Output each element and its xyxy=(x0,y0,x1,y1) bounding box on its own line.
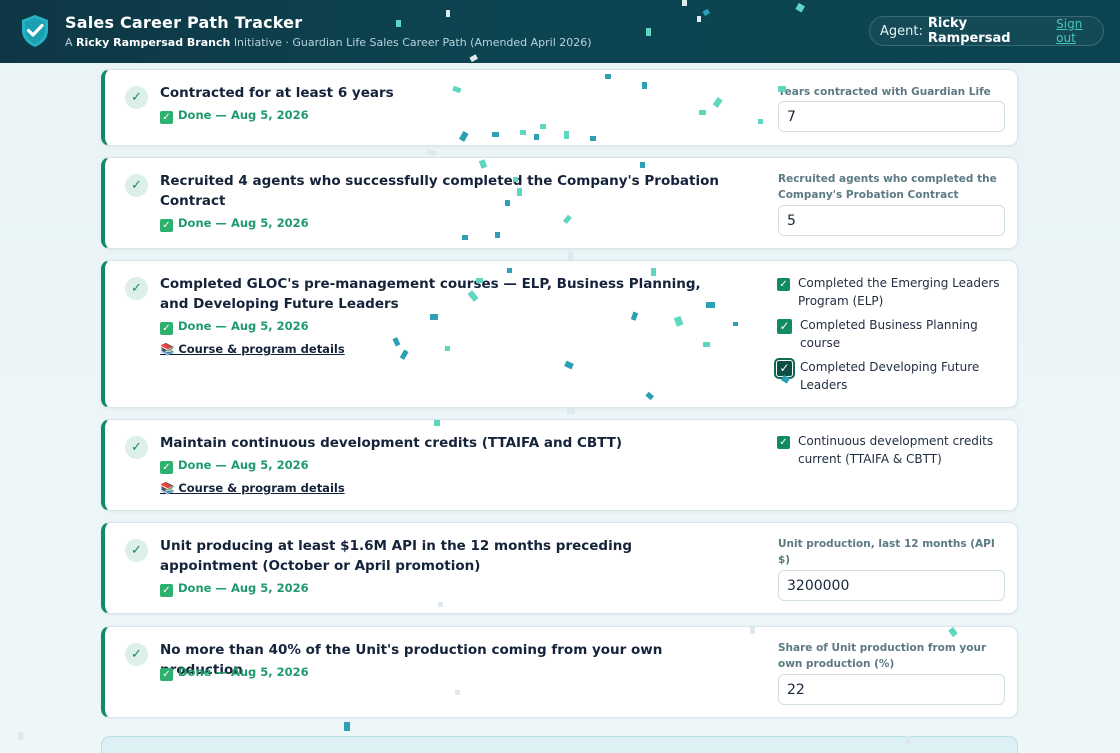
sign-out-link[interactable]: Sign out xyxy=(1056,17,1103,45)
status-text: Done — Aug 5, 2026 xyxy=(178,665,309,679)
requirement-title: Contracted for at least 6 years xyxy=(160,85,394,101)
requirement-card-unit-production: ✓ Unit producing at least $1.6M API in t… xyxy=(101,522,1018,614)
status-badge: ✓ Done — Aug 5, 2026 xyxy=(160,108,309,124)
checkbox-checked-icon[interactable]: ✓ xyxy=(774,358,795,379)
status-text: Done — Aug 5, 2026 xyxy=(178,216,309,230)
done-check-icon: ✓ xyxy=(160,584,173,597)
done-check-icon: ✓ xyxy=(160,111,173,124)
requirement-card-years: ✓ Contracted for at least 6 years ✓ Done … xyxy=(101,69,1018,146)
field-label: Share of Unit production from your own p… xyxy=(778,642,987,670)
status-badge: ✓ Done — Aug 5, 2026 xyxy=(160,458,309,474)
checkbox-development-credits[interactable]: ✓ Continuous development credits current… xyxy=(777,432,1012,468)
requirement-title: Completed GLOC's pre-management courses … xyxy=(160,276,701,312)
status-badge: ✓ Done — Aug 5, 2026 xyxy=(160,319,309,335)
checkbox-label: Completed Developing Future Leaders xyxy=(800,360,980,392)
checkbox-label: Completed the Emerging Leaders Program (… xyxy=(798,276,1000,308)
requirement-card-own-production: ✓ No more than 40% of the Unit's product… xyxy=(101,626,1018,718)
requirement-title: Recruited 4 agents who successfully comp… xyxy=(160,173,719,209)
requirement-card-courses: ✓ Completed GLOC's pre-management course… xyxy=(101,260,1018,408)
status-text: Done — Aug 5, 2026 xyxy=(178,581,309,595)
checkbox-checked-icon[interactable]: ✓ xyxy=(777,319,792,334)
course-details-link[interactable]: 📚 Course & program details xyxy=(160,481,345,495)
done-check-icon: ✓ xyxy=(160,461,173,474)
requirement-title: Unit producing at least $1.6M API in the… xyxy=(160,538,632,574)
check-icon: ✓ xyxy=(125,86,148,109)
recruited-agents-input[interactable] xyxy=(778,205,1005,236)
checkbox-label: Completed Business Planning course xyxy=(800,318,978,350)
checkbox-business-planning[interactable]: ✓ Completed Business Planning course xyxy=(777,316,1012,352)
done-check-icon: ✓ xyxy=(160,219,173,232)
status-text: Done — Aug 5, 2026 xyxy=(178,108,309,122)
requirement-card-credits: ✓ Maintain continuous development credit… xyxy=(101,419,1018,511)
requirement-card-recruits: ✓ Recruited 4 agents who successfully co… xyxy=(101,157,1018,249)
checkbox-checked-icon[interactable]: ✓ xyxy=(777,436,790,449)
check-icon: ✓ xyxy=(125,643,148,666)
subtitle-rest: Initiative · Guardian Life Sales Career … xyxy=(233,36,592,49)
summary-card-partial xyxy=(101,736,1018,753)
checkbox-elp[interactable]: ✓ Completed the Emerging Leaders Program… xyxy=(777,274,1012,310)
status-text: Done — Aug 5, 2026 xyxy=(178,458,309,472)
unit-production-input[interactable] xyxy=(778,570,1005,601)
check-icon: ✓ xyxy=(125,436,148,459)
app-title: Sales Career Path Tracker xyxy=(65,13,303,32)
field-label: Years contracted with Guardian Life xyxy=(778,86,991,98)
done-check-icon: ✓ xyxy=(160,668,173,681)
checkbox-label: Continuous development credits current (… xyxy=(798,434,994,466)
app-subtitle: A Ricky Rampersad Branch Initiative · Gu… xyxy=(65,36,592,49)
branch-name: Ricky Rampersad Branch xyxy=(76,36,231,49)
status-badge: ✓ Done — Aug 5, 2026 xyxy=(160,581,309,597)
subtitle-prefix: A xyxy=(65,36,73,49)
done-check-icon: ✓ xyxy=(160,322,173,335)
check-icon: ✓ xyxy=(125,174,148,197)
check-icon: ✓ xyxy=(125,277,148,300)
course-details-link[interactable]: 📚 Course & program details xyxy=(160,342,345,356)
agent-label: Agent: xyxy=(880,23,923,39)
app-header: Sales Career Path Tracker A Ricky Ramper… xyxy=(0,0,1120,63)
field-label: Recruited agents who completed the Compa… xyxy=(778,173,997,201)
checkbox-developing-future-leaders[interactable]: ✓ Completed Developing Future Leaders xyxy=(774,358,1012,394)
status-badge: ✓ Done — Aug 5, 2026 xyxy=(160,665,309,681)
status-text: Done — Aug 5, 2026 xyxy=(178,319,309,333)
check-icon: ✓ xyxy=(125,539,148,562)
years-contracted-input[interactable] xyxy=(778,101,1005,132)
status-badge: ✓ Done — Aug 5, 2026 xyxy=(160,216,309,232)
shield-check-icon xyxy=(22,15,48,47)
requirement-title: Maintain continuous development credits … xyxy=(160,435,623,451)
checkbox-checked-icon[interactable]: ✓ xyxy=(777,278,790,291)
own-production-share-input[interactable] xyxy=(778,674,1005,705)
agent-name: Ricky Rampersad xyxy=(927,16,1011,46)
field-label: Unit production, last 12 months (API $) xyxy=(778,538,995,566)
agent-pill: Agent: Ricky Rampersad Sign out xyxy=(869,16,1104,46)
